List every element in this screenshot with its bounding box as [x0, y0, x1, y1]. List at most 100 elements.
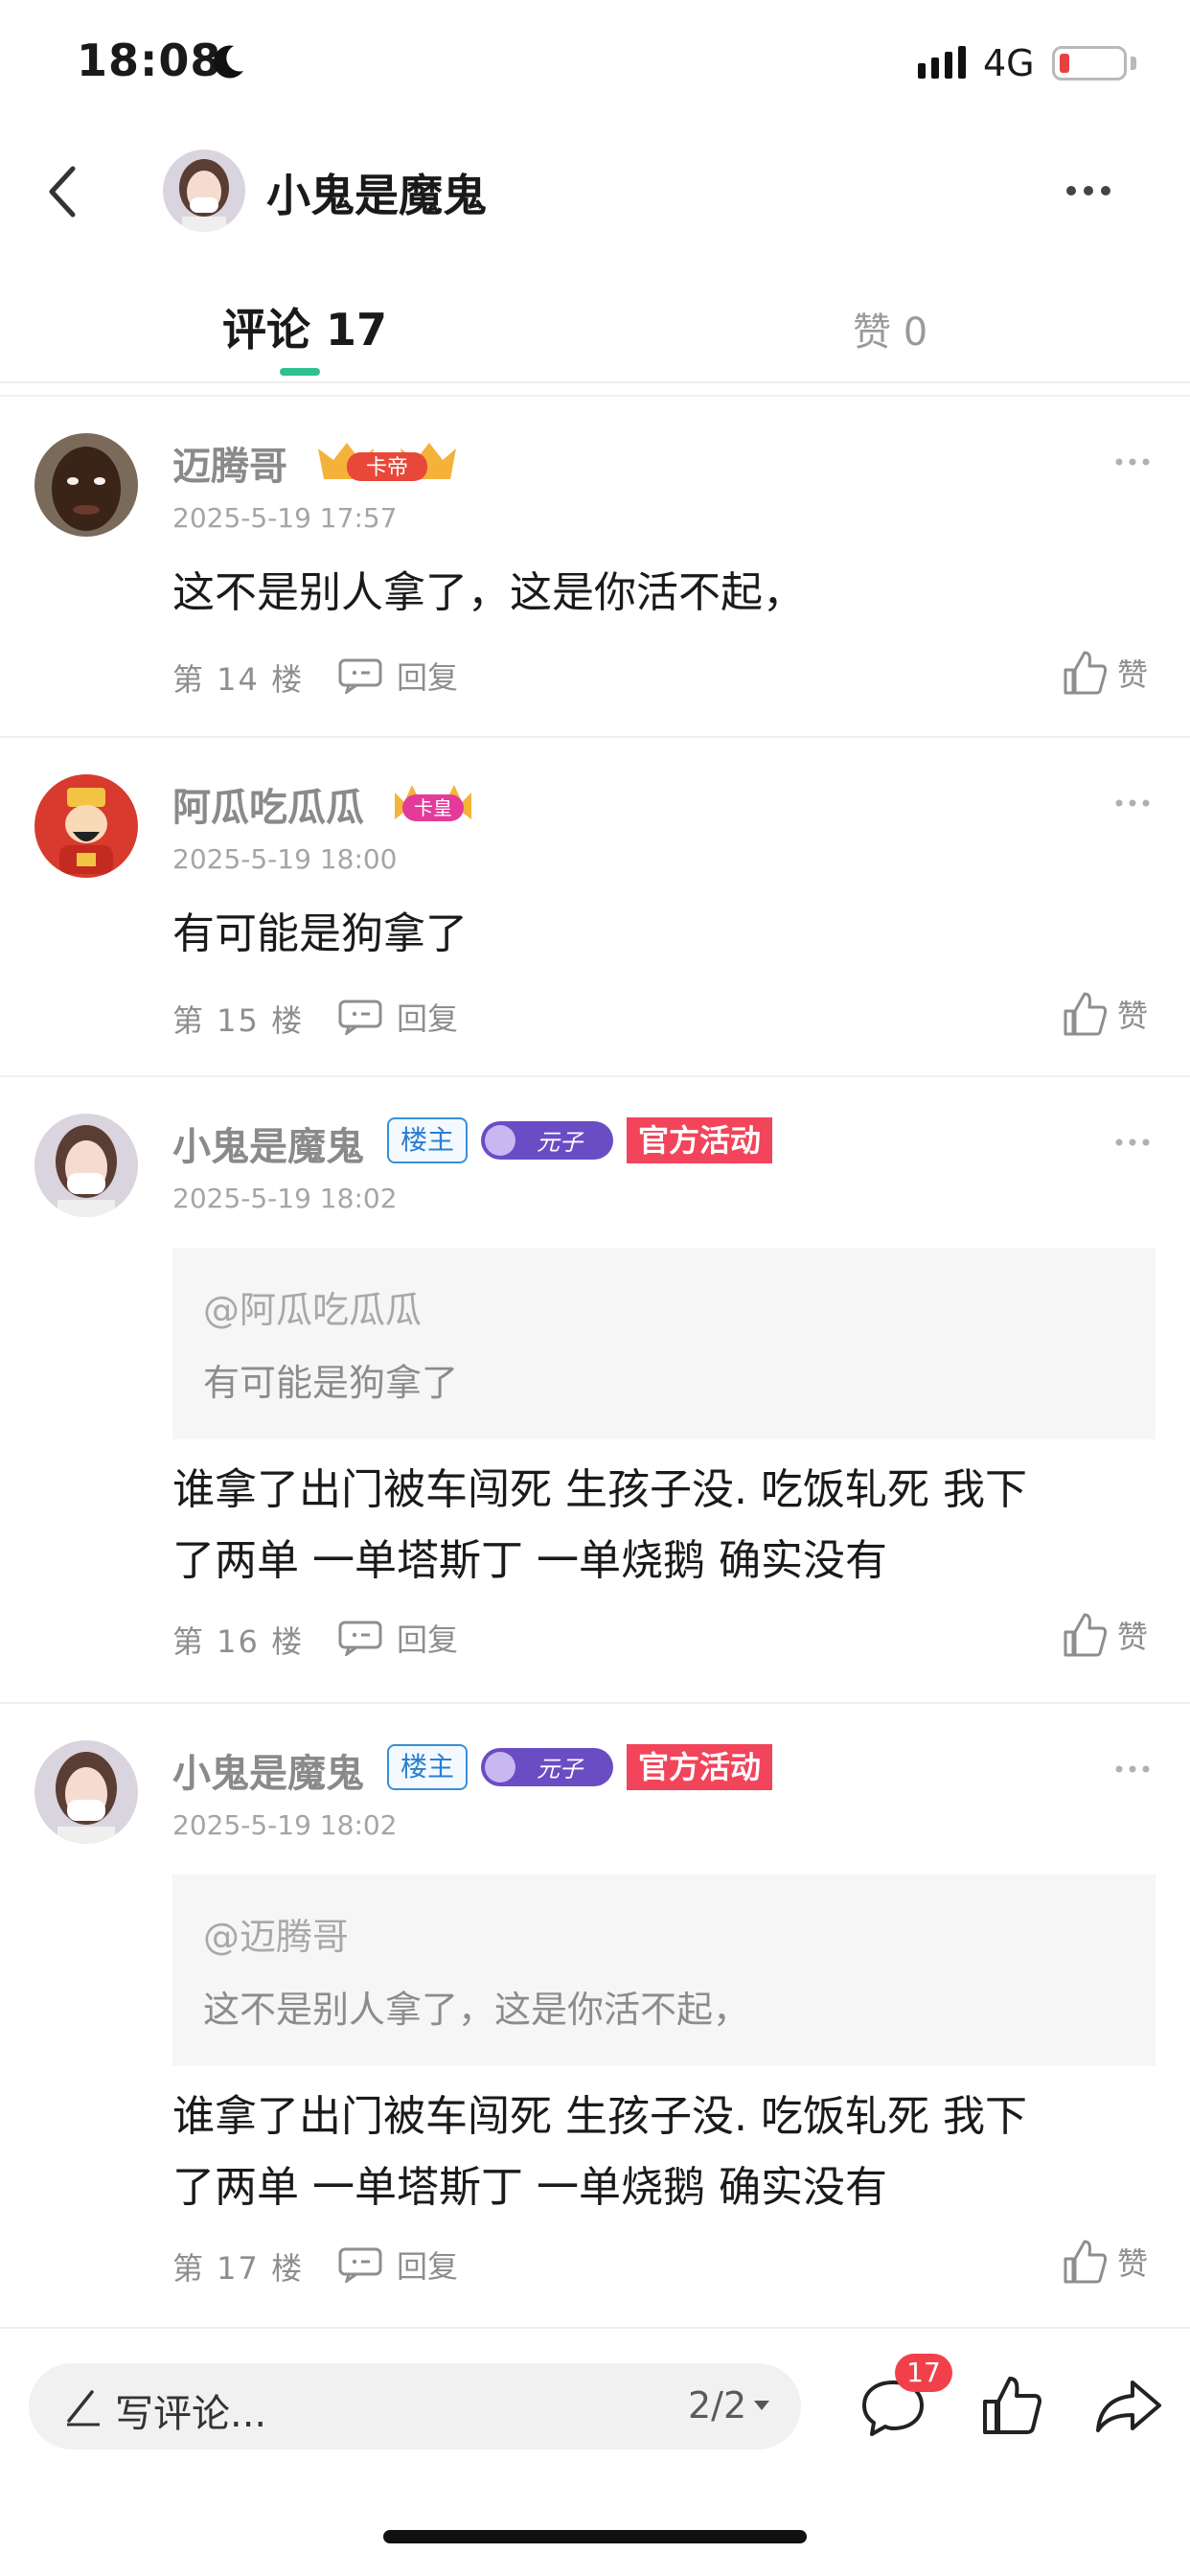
- avatar-girl-icon: [34, 1114, 138, 1217]
- badge-group: 卡帝: [312, 435, 462, 485]
- reply-button[interactable]: 回复: [337, 2241, 458, 2288]
- commenter-avatar[interactable]: [34, 1740, 138, 1844]
- comment-text: 有可能是狗拿了: [172, 899, 1150, 970]
- comment-text: 谁拿了出门被车闯死 生孩子没. 吃饭轧死 我下 了两单 一单塔斯丁 一单烧鹅 确…: [172, 1455, 1150, 1597]
- comment-footer: 第 16 楼 回复 赞: [172, 1613, 1159, 1662]
- like-button[interactable]: 赞: [1062, 987, 1148, 1041]
- more-icon[interactable]: [1064, 176, 1113, 205]
- avatar-god-of-wealth-icon: [34, 774, 138, 878]
- badge-group: 卡皇: [391, 776, 475, 826]
- badge-group: 楼主 元子 官方活动: [387, 1742, 773, 1792]
- like-button[interactable]: 赞: [1062, 2235, 1148, 2288]
- commenter-avatar[interactable]: [34, 433, 138, 537]
- comment-text-line: 了两单 一单塔斯丁 一单烧鹅 确实没有: [172, 1536, 887, 1585]
- commenter-avatar[interactable]: [34, 1114, 138, 1217]
- comment-footer: 第 14 楼 回复 赞: [172, 651, 1159, 700]
- floor-number: 第 17 楼: [172, 2250, 305, 2287]
- write-comment-placeholder: 写评论...: [115, 2392, 267, 2436]
- like-label: 赞: [1117, 2245, 1149, 2282]
- header-avatar[interactable]: [163, 150, 245, 232]
- level-badge-text: 元子: [537, 1129, 584, 1156]
- like-button[interactable]: 赞: [1062, 1608, 1148, 1662]
- back-icon[interactable]: [42, 163, 80, 220]
- more-icon[interactable]: [1115, 1763, 1150, 1775]
- more-icon[interactable]: [1115, 456, 1150, 468]
- crown-badge-icon: 卡帝: [318, 443, 456, 481]
- more-icon[interactable]: [1115, 1137, 1150, 1148]
- comment-time: 2025-5-19 18:02: [172, 1183, 398, 1214]
- pen-icon: [67, 2390, 100, 2426]
- badge-group: 楼主 元子 官方活动: [387, 1116, 773, 1165]
- status-bar: 18:08 4G: [0, 0, 1190, 125]
- page-selector[interactable]: 2/2: [688, 2384, 771, 2426]
- moon-icon: [213, 45, 243, 79]
- more-icon[interactable]: [1115, 797, 1150, 809]
- comment-time: 2025-5-19 17:57: [172, 502, 398, 534]
- home-indicator[interactable]: [383, 2530, 807, 2543]
- write-comment-input[interactable]: 写评论... 2/2: [29, 2363, 801, 2450]
- thumbs-up-icon: [1064, 1613, 1108, 1657]
- comment-item: 小鬼是魔鬼 楼主 元子 官方活动 2025-5-19 18:02 @迈腾哥 这不…: [0, 1704, 1190, 2329]
- tab-indicator: [280, 368, 320, 376]
- tab-bar: 评论 17 赞 0: [0, 278, 1190, 383]
- comment-footer: 第 15 楼 回复 赞: [172, 992, 1159, 1041]
- battery-icon: [1052, 46, 1127, 80]
- official-activity-badge[interactable]: 官方活动: [627, 1744, 773, 1790]
- comment-text-line: 了两单 一单塔斯丁 一单烧鹅 确实没有: [172, 2163, 887, 2212]
- commenter-avatar[interactable]: [34, 774, 138, 878]
- quote-mention[interactable]: @阿瓜吃瓜瓜: [203, 1280, 422, 1333]
- level-badge-icon: 元子: [481, 1748, 614, 1786]
- quote-text: 这不是别人拿了，这是你活不起，: [203, 1989, 750, 2031]
- like-button[interactable]: 赞: [1062, 646, 1148, 700]
- page-title: 小鬼是魔鬼: [266, 170, 487, 221]
- official-activity-badge[interactable]: 官方活动: [627, 1117, 773, 1163]
- crown-badge-icon: 卡皇: [395, 785, 471, 821]
- thumbs-up-icon: [1064, 992, 1108, 1036]
- thumbs-up-icon[interactable]: [979, 2373, 1044, 2438]
- floor-number: 第 16 楼: [172, 1623, 305, 1660]
- like-label: 赞: [1117, 1619, 1149, 1655]
- caret-down-icon: [754, 2401, 770, 2410]
- comment-footer: 第 17 楼 回复 赞: [172, 2240, 1159, 2288]
- share-icon[interactable]: [1094, 2377, 1163, 2436]
- comment-time: 2025-5-19 18:00: [172, 843, 398, 875]
- level-badge-text: 元子: [537, 1756, 584, 1782]
- floor-number: 第 15 楼: [172, 1002, 305, 1039]
- reply-button[interactable]: 回复: [337, 993, 458, 1041]
- status-time: 18:08: [77, 34, 222, 86]
- like-label: 赞: [1117, 998, 1149, 1034]
- commenter-name[interactable]: 阿瓜吃瓜瓜: [172, 776, 364, 832]
- level-badge-icon: 元子: [481, 1121, 614, 1160]
- owner-badge: 楼主: [387, 1117, 469, 1163]
- comment-time: 2025-5-19 18:02: [172, 1809, 398, 1841]
- owner-badge: 楼主: [387, 1744, 469, 1790]
- signal-icon: [918, 46, 966, 79]
- floor-number: 第 14 楼: [172, 661, 305, 698]
- badge-text: 卡帝: [366, 456, 408, 480]
- comment-text-line: 谁拿了出门被车闯死 生孩子没. 吃饭轧死 我下: [172, 1465, 1027, 1514]
- avatar-man-icon: [34, 433, 138, 537]
- nav-header: 小鬼是魔鬼: [0, 134, 1190, 249]
- reply-label: 回复: [397, 1622, 459, 1658]
- comment-text-line: 谁拿了出门被车闯死 生孩子没. 吃饭轧死 我下: [172, 2092, 1027, 2141]
- bottom-action-bar: 写评论... 2/2 17: [0, 2348, 1190, 2467]
- commenter-name[interactable]: 迈腾哥: [172, 435, 287, 491]
- comment-item: 小鬼是魔鬼 楼主 元子 官方活动 2025-5-19 18:02 @阿瓜吃瓜瓜 …: [0, 1077, 1190, 1704]
- commenter-name[interactable]: 小鬼是魔鬼: [172, 1116, 364, 1171]
- quote-mention[interactable]: @迈腾哥: [203, 1907, 349, 1960]
- reply-button[interactable]: 回复: [337, 1614, 458, 1662]
- commenter-name[interactable]: 小鬼是魔鬼: [172, 1742, 364, 1798]
- tab-likes[interactable]: 赞 0: [853, 301, 927, 356]
- comment-item: 阿瓜吃瓜瓜 卡皇 2025-5-19 18:00 有可能是狗拿了 第 15 楼 …: [0, 738, 1190, 1077]
- badge-text: 卡皇: [414, 796, 452, 819]
- comment-text: 谁拿了出门被车闯死 生孩子没. 吃饭轧死 我下 了两单 一单塔斯丁 一单烧鹅 确…: [172, 2082, 1150, 2223]
- reply-button[interactable]: 回复: [337, 652, 458, 700]
- quoted-comment[interactable]: @阿瓜吃瓜瓜 有可能是狗拿了: [172, 1248, 1156, 1439]
- thumbs-up-icon: [1064, 651, 1108, 695]
- reply-label: 回复: [397, 2248, 459, 2285]
- tab-comments[interactable]: 评论 17: [222, 295, 387, 358]
- quoted-comment[interactable]: @迈腾哥 这不是别人拿了，这是你活不起，: [172, 1874, 1156, 2066]
- comment-item: 迈腾哥 卡帝 2025-5-19 17:57 这不是别人拿了，这是你活不起， 第…: [0, 397, 1190, 738]
- thumbs-up-icon: [1064, 2240, 1108, 2284]
- like-label: 赞: [1117, 656, 1149, 693]
